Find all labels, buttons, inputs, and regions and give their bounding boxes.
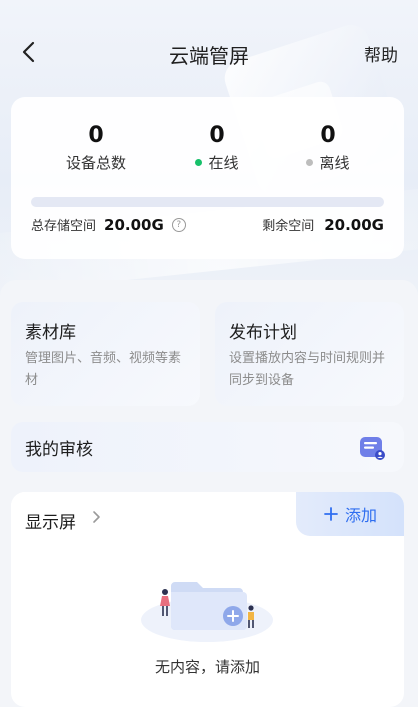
display-screen-header[interactable]: 显示屏 bbox=[11, 492, 311, 542]
review-document-icon bbox=[360, 437, 385, 460]
question-circle-icon[interactable]: ? bbox=[171, 217, 186, 232]
stat-online-label: 在线 bbox=[208, 154, 239, 172]
stat-online-value: 0 bbox=[209, 123, 225, 148]
chevron-right-icon bbox=[93, 511, 100, 523]
stat-offline: 0 离线 bbox=[268, 123, 388, 173]
storage-progress-bar bbox=[31, 197, 384, 207]
add-screen-button[interactable]: 添加 bbox=[296, 492, 404, 536]
display-screen-card: 显示屏 添加 无内容，请添加 bbox=[11, 492, 404, 707]
tile-title: 素材库 bbox=[25, 323, 76, 343]
storage-total-value: 20.00G bbox=[104, 215, 164, 234]
plus-icon bbox=[324, 507, 338, 521]
empty-state-text: 无内容，请添加 bbox=[154, 658, 260, 676]
stat-offline-value: 0 bbox=[320, 123, 336, 148]
material-library-tile[interactable]: 素材库 管理图片、音频、视频等素材 bbox=[11, 302, 200, 406]
my-review-row[interactable]: 我的审核 bbox=[11, 422, 404, 472]
storage-remaining-value: 20.00G bbox=[324, 215, 384, 234]
stat-offline-label: 离线 bbox=[319, 154, 350, 172]
stat-total-label: 设备总数 bbox=[65, 154, 126, 172]
top-bar: 云端管屏 帮助 bbox=[0, 28, 418, 78]
help-button[interactable]: 帮助 bbox=[364, 41, 398, 66]
tile-desc: 设置播放内容与时间规则并同步到设备 bbox=[229, 351, 386, 388]
storage-info: 总存储空间 20.00G ? 剩余空间 20.00G bbox=[31, 215, 384, 235]
page-title: 云端管屏 bbox=[169, 44, 249, 68]
stat-online: 0 在线 bbox=[157, 123, 277, 173]
display-screen-title: 显示屏 bbox=[25, 513, 76, 533]
device-stats-card: 0 设备总数 0 在线 0 离线 总存储空间 20.00G ? 剩余空间 20.… bbox=[11, 97, 404, 259]
tile-desc: 管理图片、音频、视频等素材 bbox=[25, 351, 182, 388]
tile-title: 发布计划 bbox=[229, 323, 297, 343]
content-panel: 素材库 管理图片、音频、视频等素材 发布计划 设置播放内容与时间规则并同步到设备… bbox=[0, 280, 418, 707]
stat-total-value: 0 bbox=[88, 123, 104, 148]
empty-folder-illustration bbox=[141, 582, 273, 642]
review-title: 我的审核 bbox=[25, 440, 93, 460]
add-label: 添加 bbox=[344, 506, 377, 525]
storage-remaining-label: 剩余空间 bbox=[262, 219, 315, 234]
online-dot-icon bbox=[195, 159, 203, 166]
storage-total-label: 总存储空间 bbox=[31, 219, 97, 234]
publish-plan-tile[interactable]: 发布计划 设置播放内容与时间规则并同步到设备 bbox=[215, 302, 404, 406]
offline-dot-icon bbox=[306, 159, 314, 166]
stat-total: 0 设备总数 bbox=[36, 123, 156, 173]
